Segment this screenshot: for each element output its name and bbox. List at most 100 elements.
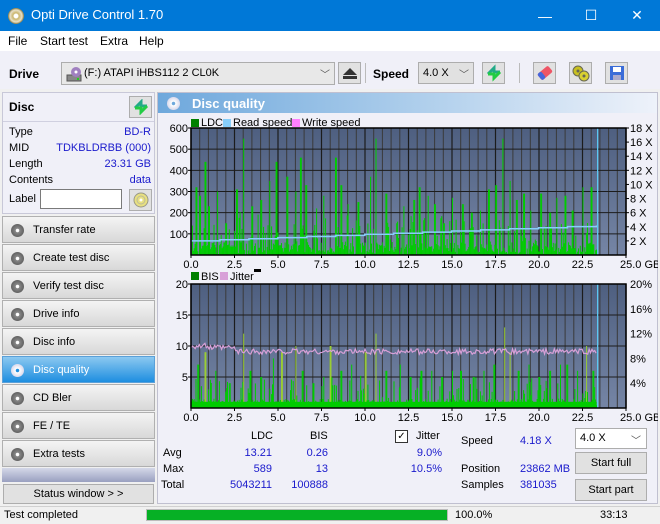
bis-bar — [586, 346, 588, 408]
nav-extra-tests[interactable]: Extra tests — [2, 440, 155, 467]
ldc-bar — [383, 245, 385, 255]
ldc-bar — [416, 230, 418, 255]
ldc-bar — [263, 226, 264, 255]
progress-text: 100.0% — [455, 509, 493, 521]
ldc-bar — [521, 235, 523, 255]
ldc-bar — [489, 241, 491, 255]
drive-select[interactable]: (F:) ATAPI iHBS112 2 CL0K ﹀ — [61, 62, 335, 85]
ldc-bar — [455, 219, 457, 255]
ldc-bar — [403, 206, 405, 255]
panel-title: Disc quality — [192, 96, 265, 111]
menu-help[interactable]: Help — [139, 34, 164, 48]
erase-button[interactable] — [533, 62, 556, 84]
ldc-bar — [395, 249, 397, 255]
disc-refresh-button[interactable] — [129, 96, 152, 118]
ldc-bar — [312, 249, 314, 255]
bis-bar — [351, 364, 353, 408]
ldc-bar — [590, 187, 592, 255]
samples-label: Samples — [461, 479, 504, 491]
nav-cd-bler[interactable]: CD Bler — [2, 384, 155, 411]
ldc-bar — [438, 249, 440, 255]
test-speed-select[interactable]: 4.0 X ﹀ — [575, 428, 647, 449]
y2-tick-label: 16 X — [630, 137, 653, 149]
x-tick-label: 22.5 — [572, 259, 593, 271]
bis-baseline — [191, 401, 597, 408]
ldc-bar — [252, 206, 254, 255]
ldc-bar — [591, 187, 593, 255]
ldc-bar — [212, 243, 214, 255]
ldc-bar — [550, 212, 552, 255]
ldc-bar — [357, 202, 359, 255]
y2-tick-label: 8% — [630, 353, 646, 365]
ldc-bar — [364, 242, 366, 255]
ldc-bar — [266, 246, 268, 255]
ldc-bar — [272, 249, 273, 255]
ldc-bar — [434, 204, 435, 255]
x-tick-label: 7.5 — [314, 259, 329, 271]
nav-disc-quality[interactable]: Disc quality — [2, 356, 155, 383]
ldc-bar — [452, 248, 454, 255]
nav-disc-info[interactable]: Disc info — [2, 328, 155, 355]
ldc-bar — [281, 248, 283, 255]
ldc-bar — [535, 241, 537, 255]
close-button[interactable]: ✕ — [614, 0, 660, 31]
total-label: Total — [161, 479, 185, 491]
ldc-bar — [388, 226, 390, 255]
nav-create-test-disc[interactable]: Create test disc — [2, 244, 155, 271]
refresh-icon — [486, 64, 501, 82]
menu-start-test[interactable]: Start test — [40, 34, 88, 48]
y2-tick-label: 2 X — [630, 236, 647, 248]
settings-button[interactable] — [569, 62, 592, 84]
ldc-bar — [457, 244, 459, 255]
nav-verify-test-disc[interactable]: Verify test disc — [2, 272, 155, 299]
ldc-bar — [401, 227, 403, 255]
save-button[interactable] — [605, 62, 628, 84]
minimize-button[interactable]: — — [522, 0, 568, 31]
ldc-chart: LDC Read speed Write speed 100 200 300 400 5… — [170, 117, 658, 271]
chevron-down-icon: ﹀ — [459, 70, 469, 81]
nav-drive-info[interactable]: Drive info — [2, 300, 155, 327]
nav-transfer-rate[interactable]: Transfer rate — [2, 216, 155, 243]
jitter-checkbox[interactable]: ✓ — [395, 430, 408, 443]
contents-label: Contents — [9, 174, 54, 186]
ldc-bar — [360, 243, 362, 255]
ldc-bar — [313, 230, 315, 255]
legend-read-speed: Read speed — [233, 117, 292, 129]
ldc-bar — [386, 193, 388, 255]
nav-fe-te[interactable]: FE / TE — [2, 412, 155, 439]
bis-bar — [281, 352, 282, 408]
ldc-bar — [509, 180, 511, 255]
ldc-bar — [358, 202, 360, 255]
ldc-bar — [469, 229, 471, 255]
ldc-bar — [259, 247, 261, 255]
ldc-bar — [207, 245, 209, 255]
maximize-button[interactable]: ☐ — [568, 0, 614, 31]
toolbar-separator — [519, 63, 520, 83]
ldc-bar — [199, 195, 201, 255]
label-input[interactable] — [40, 189, 122, 209]
ldc-bar — [398, 237, 399, 255]
ldc-bar — [219, 243, 221, 255]
start-part-button[interactable]: Start part — [575, 479, 647, 501]
disc-header: Disc — [9, 100, 35, 114]
menu-file[interactable]: File — [8, 34, 27, 48]
speed-select[interactable]: 4.0 X ﹀ — [418, 62, 474, 84]
ldc-bar — [331, 248, 333, 255]
menu-extra[interactable]: Extra — [100, 34, 128, 48]
status-window-button[interactable]: Status window > > — [3, 484, 154, 504]
ldc-bar — [543, 228, 545, 255]
label-label: Label — [9, 193, 36, 205]
start-full-button[interactable]: Start full — [575, 452, 647, 474]
disc-icon — [11, 448, 24, 461]
ldc-bar — [228, 229, 230, 255]
bis-bar — [204, 352, 206, 408]
refresh-button[interactable] — [482, 62, 505, 84]
disc-icon — [11, 336, 24, 349]
ldc-bar — [296, 241, 298, 255]
total-ldc: 5043211 — [229, 479, 272, 491]
eject-button[interactable] — [338, 62, 361, 84]
ldc-bar — [443, 223, 444, 255]
ldc-bar — [258, 247, 260, 255]
label-disc-button[interactable] — [129, 189, 152, 211]
ldc-bar — [344, 241, 346, 255]
